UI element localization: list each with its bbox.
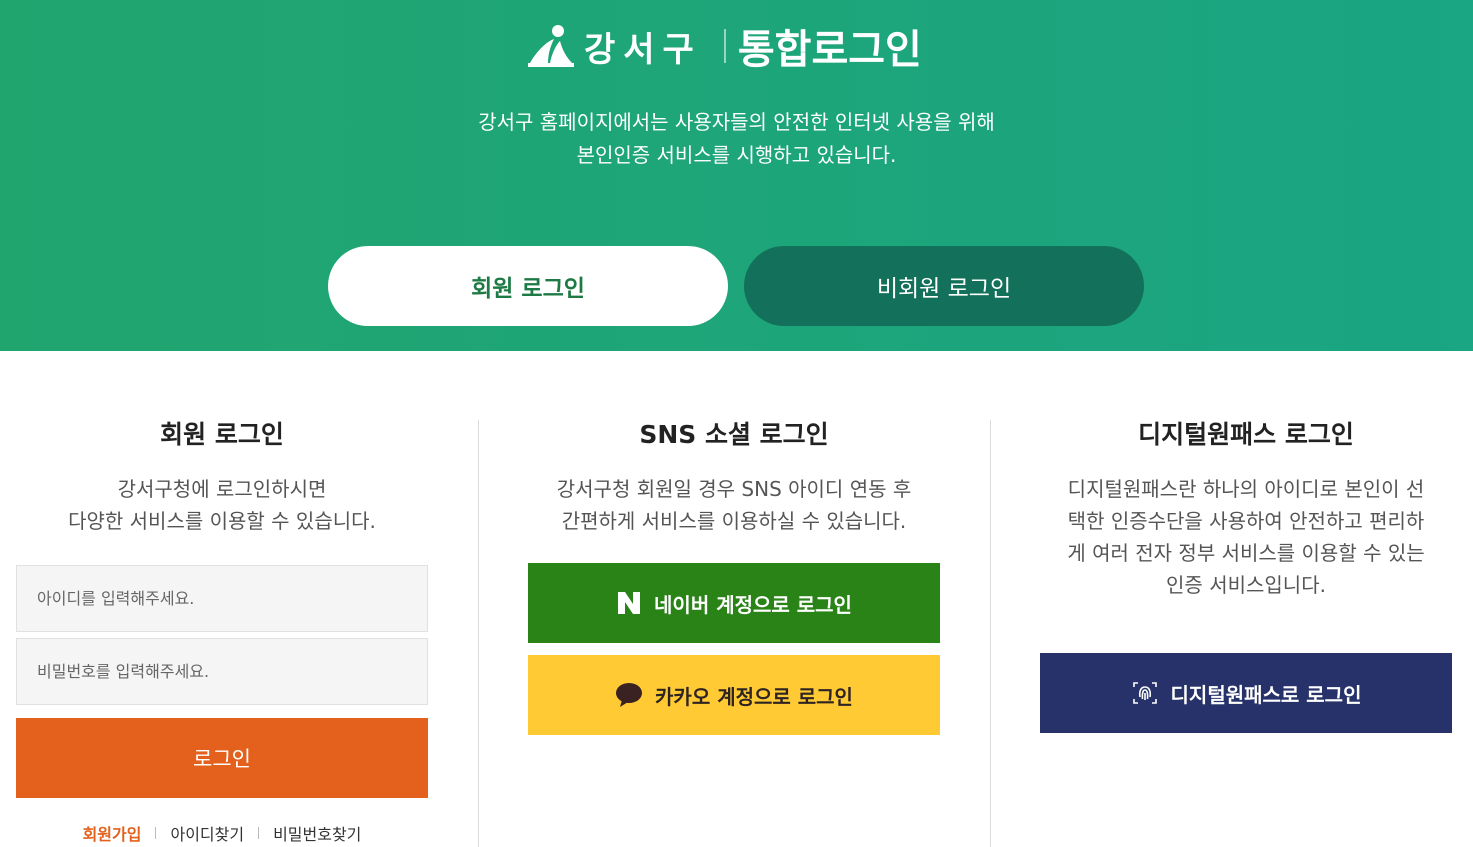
description-line: 게 여러 전자 정부 서비스를 이용할 수 있는 [1067, 541, 1425, 565]
hero-header: 강서구 통합로그인 강서구 홈페이지에서는 사용자들의 안전한 인터넷 사용을 … [0, 0, 1473, 351]
digital-onepass-login-label: 디지털원패스로 로그인 [1170, 682, 1362, 707]
page-title: 통합로그인 [737, 27, 922, 73]
description-line: 인증 서비스입니다. [1166, 573, 1326, 597]
description-line: 디지털원패스란 하나의 아이디로 본인이 선 [1067, 477, 1425, 501]
tab-member-login[interactable]: 회원 로그인 [328, 246, 728, 326]
kakao-login-button[interactable]: 카카오 계정으로 로그인 [528, 655, 940, 735]
hero-description: 강서구 홈페이지에서는 사용자들의 안전한 인터넷 사용을 위해 본인인증 서비… [0, 106, 1473, 172]
password-input[interactable] [16, 638, 428, 705]
naver-login-button[interactable]: 네이버 계정으로 로그인 [528, 563, 940, 643]
naver-login-label: 네이버 계정으로 로그인 [654, 592, 852, 617]
member-login-title: 회원 로그인 [160, 420, 284, 449]
digital-onepass-description: 디지털원패스란 하나의 아이디로 본인이 선 택한 인증수단을 사용하여 안전하… [1040, 473, 1452, 601]
find-id-link[interactable]: 아이디찾기 [170, 821, 244, 845]
description-line: 간편하게 서비스를 이용하실 수 있습니다. [561, 509, 907, 533]
logo-text: 강서구 [584, 29, 702, 70]
id-input[interactable] [16, 565, 428, 632]
link-divider [258, 827, 260, 839]
join-link[interactable]: 회원가입 [83, 821, 142, 845]
member-login-section: 회원 로그인 강서구청에 로그인하시면 다양한 서비스를 이용할 수 있습니다.… [0, 351, 460, 847]
digital-onepass-title: 디지털원패스 로그인 [1138, 420, 1354, 449]
digital-onepass-login-button[interactable]: 디지털원패스로 로그인 [1040, 653, 1452, 733]
member-login-description: 강서구청에 로그인하시면 다양한 서비스를 이용할 수 있습니다. [0, 473, 444, 537]
description-line: 택한 인증수단을 사용하여 안전하고 편리하 [1067, 509, 1425, 533]
login-button[interactable]: 로그인 [16, 718, 428, 798]
account-links: 회원가입 아이디찾기 비밀번호찾기 [0, 821, 444, 845]
naver-icon [616, 590, 642, 616]
logo-divider [723, 29, 726, 63]
link-divider [155, 827, 157, 839]
fingerprint-icon [1131, 679, 1159, 707]
gangseo-logo-icon [528, 25, 574, 67]
description-line: 강서구청에 로그인하시면 [117, 477, 327, 501]
digital-onepass-section: 디지털원패스 로그인 디지털원패스란 하나의 아이디로 본인이 선 택한 인증수… [991, 351, 1452, 847]
sns-login-description: 강서구청 회원일 경우 SNS 아이디 연동 후 간편하게 서비스를 이용하실 … [528, 473, 940, 537]
find-password-link[interactable]: 비밀번호찾기 [273, 821, 361, 845]
description-line: 다양한 서비스를 이용할 수 있습니다. [68, 509, 376, 533]
sns-login-title: SNS 소셜 로그인 [639, 420, 829, 449]
hero-description-line: 강서구 홈페이지에서는 사용자들의 안전한 인터넷 사용을 위해 [478, 110, 995, 134]
sns-login-section: SNS 소셜 로그인 강서구청 회원일 경우 SNS 아이디 연동 후 간편하게… [479, 351, 940, 847]
kakao-login-label: 카카오 계정으로 로그인 [655, 684, 853, 709]
description-line: 강서구청 회원일 경우 SNS 아이디 연동 후 [556, 477, 912, 501]
tab-guest-login[interactable]: 비회원 로그인 [744, 246, 1144, 326]
kakao-bubble-icon [615, 682, 643, 708]
logo[interactable]: 강서구 통합로그인 [528, 16, 922, 76]
hero-description-line: 본인인증 서비스를 시행하고 있습니다. [576, 143, 897, 167]
